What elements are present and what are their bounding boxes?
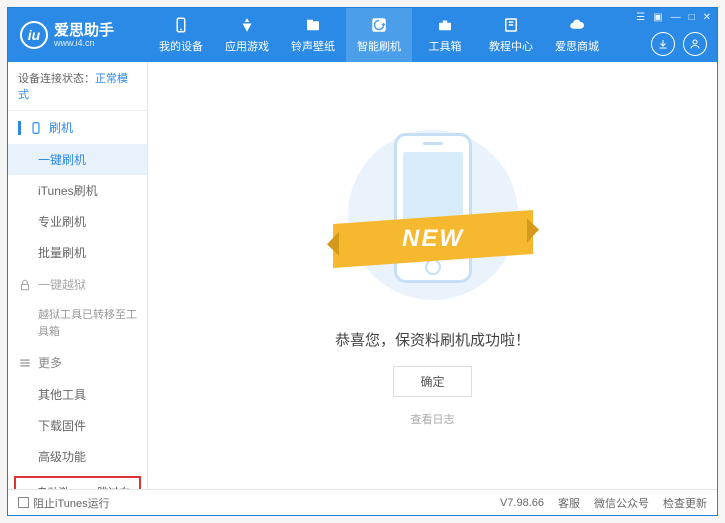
- toolbox-icon: [436, 16, 454, 34]
- nav-label: 应用游戏: [225, 38, 269, 54]
- download-button[interactable]: [651, 32, 675, 56]
- folder-icon: [304, 16, 322, 34]
- section-more[interactable]: 更多: [8, 346, 147, 379]
- sidebar: 设备连接状态：正常模式 刷机 一键刷机 iTunes刷机 专业刷机 批量刷机 一…: [8, 62, 148, 489]
- sidebar-item-other[interactable]: 其他工具: [8, 379, 147, 410]
- titlebar-actions: [651, 32, 707, 56]
- user-icon: [689, 38, 701, 50]
- window-controls: ☰ ▣ — □ ✕: [636, 12, 711, 23]
- success-illustration: NEW: [343, 125, 523, 305]
- nav-ringtones[interactable]: 铃声壁纸: [280, 8, 346, 62]
- nav-store[interactable]: 爱思商城: [544, 8, 610, 62]
- nav-apps[interactable]: 应用游戏: [214, 8, 280, 62]
- user-button[interactable]: [683, 32, 707, 56]
- lock-icon: [18, 278, 32, 292]
- jailbreak-note: 越狱工具已转移至工具箱: [8, 301, 147, 346]
- logo-icon: iu: [20, 21, 48, 49]
- sidebar-item-batch[interactable]: 批量刷机: [8, 237, 147, 268]
- refresh-icon: [370, 16, 388, 34]
- nav-toolbox[interactable]: 工具箱: [412, 8, 478, 62]
- menu-icon: [18, 356, 32, 370]
- wechat-link[interactable]: 微信公众号: [594, 495, 649, 511]
- brand-name: 爱思助手: [54, 23, 114, 38]
- close-icon[interactable]: ✕: [703, 12, 711, 23]
- section-flash[interactable]: 刷机: [8, 111, 147, 144]
- main-nav: 我的设备 应用游戏 铃声壁纸 智能刷机 工具箱 教程中心: [148, 8, 717, 62]
- cloud-icon: [568, 16, 586, 34]
- view-log-link[interactable]: 查看日志: [411, 411, 455, 427]
- success-message: 恭喜您，保资料刷机成功啦！: [335, 329, 530, 350]
- checkbox-block-itunes[interactable]: [18, 497, 29, 508]
- apps-icon: [238, 16, 256, 34]
- sidebar-item-advanced[interactable]: 高级功能: [8, 441, 147, 472]
- ribbon-text: NEW: [402, 225, 464, 253]
- menu-icon[interactable]: ☰: [636, 12, 645, 23]
- body: 设备连接状态：正常模式 刷机 一键刷机 iTunes刷机 专业刷机 批量刷机 一…: [8, 62, 717, 489]
- app-window: iu 爱思助手 www.i4.cn 我的设备 应用游戏 铃声壁纸 智能刷机: [7, 7, 718, 516]
- section-label: 更多: [38, 354, 62, 371]
- nav-tutorials[interactable]: 教程中心: [478, 8, 544, 62]
- block-label: 阻止iTunes运行: [33, 495, 110, 511]
- theme-icon[interactable]: ▣: [653, 12, 662, 23]
- book-icon: [502, 16, 520, 34]
- sidebar-item-pro[interactable]: 专业刷机: [8, 206, 147, 237]
- support-link[interactable]: 客服: [558, 495, 580, 511]
- logo-area: iu 爱思助手 www.i4.cn: [8, 21, 148, 49]
- sidebar-item-download-fw[interactable]: 下载固件: [8, 410, 147, 441]
- sidebar-item-oneclick[interactable]: 一键刷机: [8, 144, 147, 175]
- bar-icon: [18, 121, 21, 135]
- section-label: 刷机: [49, 119, 73, 136]
- main-content: NEW 恭喜您，保资料刷机成功啦！ 确定 查看日志: [148, 62, 717, 489]
- minimize-icon[interactable]: —: [671, 12, 681, 23]
- titlebar: iu 爱思助手 www.i4.cn 我的设备 应用游戏 铃声壁纸 智能刷机: [8, 8, 717, 62]
- section-jailbreak: 一键越狱: [8, 268, 147, 301]
- statusbar: 阻止iTunes运行 V7.98.66 客服 微信公众号 检查更新: [8, 489, 717, 515]
- nav-label: 我的设备: [159, 38, 203, 54]
- connection-status: 设备连接状态：正常模式: [8, 62, 147, 111]
- brand-url: www.i4.cn: [54, 38, 114, 48]
- nav-my-device[interactable]: 我的设备: [148, 8, 214, 62]
- ok-button[interactable]: 确定: [393, 366, 471, 397]
- download-icon: [657, 38, 669, 50]
- nav-label: 教程中心: [489, 38, 533, 54]
- conn-label: 设备连接状态：: [18, 73, 95, 85]
- version-label: V7.98.66: [500, 497, 544, 509]
- check-update-link[interactable]: 检查更新: [663, 495, 707, 511]
- phone-icon: [172, 16, 190, 34]
- maximize-icon[interactable]: □: [689, 12, 695, 23]
- nav-label: 智能刷机: [357, 38, 401, 54]
- options-row: ✓ 自动激活 ✓ 跳过向导: [14, 476, 141, 489]
- nav-label: 工具箱: [429, 38, 462, 54]
- nav-label: 爱思商城: [555, 38, 599, 54]
- nav-flash[interactable]: 智能刷机: [346, 8, 412, 62]
- nav-label: 铃声壁纸: [291, 38, 335, 54]
- sidebar-item-itunes[interactable]: iTunes刷机: [8, 175, 147, 206]
- phone-icon: [29, 121, 43, 135]
- section-label: 一键越狱: [38, 276, 86, 293]
